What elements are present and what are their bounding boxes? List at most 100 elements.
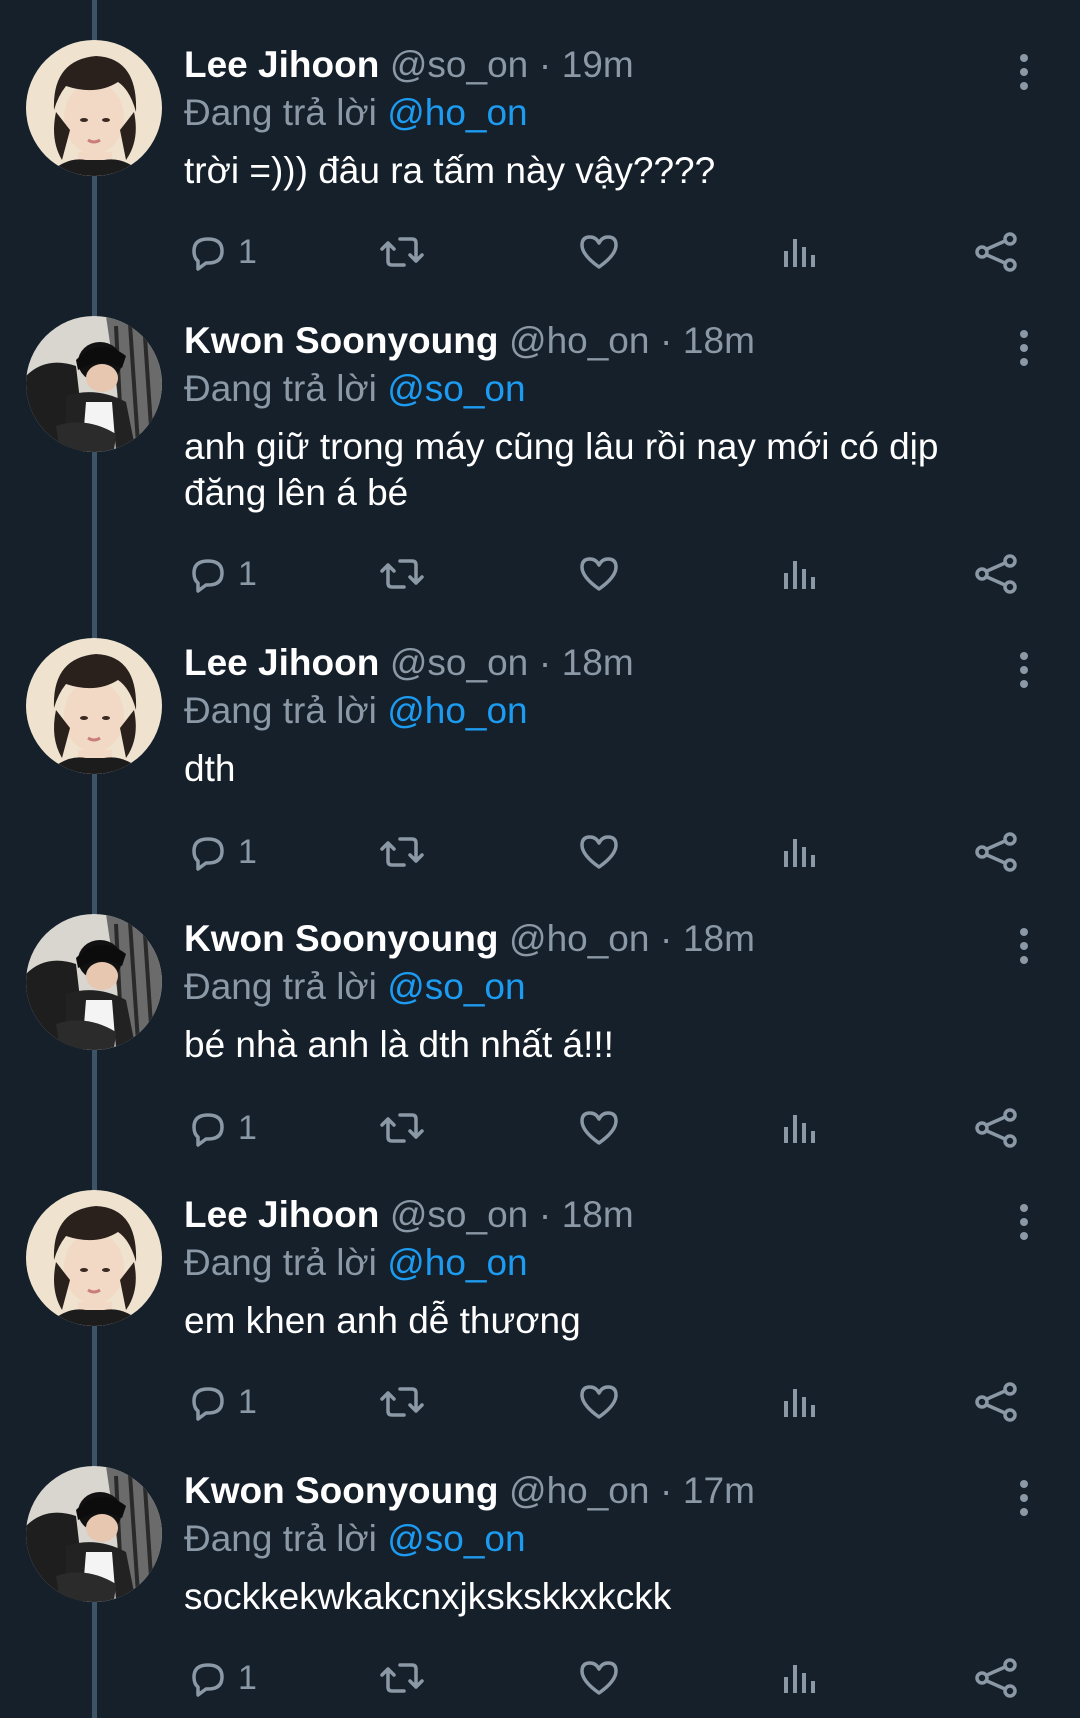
retweet-button[interactable] <box>378 550 426 598</box>
mention-link[interactable]: @ho_on <box>387 690 527 731</box>
reply-button[interactable]: 1 <box>186 1654 257 1702</box>
user-handle[interactable]: @ho_on <box>509 1470 649 1511</box>
mention-link[interactable]: @so_on <box>387 368 525 409</box>
views-button[interactable] <box>778 550 820 598</box>
mention-link[interactable]: @ho_on <box>387 92 527 133</box>
tweet-actions: 1 <box>184 1378 1044 1426</box>
tweet-text: dth <box>184 748 236 789</box>
replying-to: Đang trả lời @so_on <box>184 964 1004 1010</box>
more-options-button[interactable] <box>1012 926 1036 966</box>
mention-link[interactable]: @so_on <box>387 1518 525 1559</box>
views-button[interactable] <box>778 1654 820 1702</box>
user-handle[interactable]: @so_on <box>390 44 528 85</box>
reply-button[interactable]: 1 <box>186 1104 257 1152</box>
share-button[interactable] <box>972 828 1020 876</box>
timestamp[interactable]: 17m <box>683 1470 755 1511</box>
share-button[interactable] <box>972 1104 1020 1152</box>
retweet-button[interactable] <box>378 1104 426 1152</box>
tweet-actions: 1 <box>184 828 1044 876</box>
avatar[interactable] <box>26 1190 162 1326</box>
heart-icon <box>580 1661 618 1695</box>
tweet-content: Lee Jihoon @so_on · 19m Đang trả lời @ho… <box>184 40 1004 194</box>
tweet-header: Lee Jihoon @so_on · 19m <box>184 40 1004 90</box>
user-handle[interactable]: @ho_on <box>509 320 649 361</box>
like-button[interactable] <box>578 550 620 598</box>
tweet-text: trời =))) đâu ra tấm này vậy???? <box>184 150 716 191</box>
display-name[interactable]: Lee Jihoon <box>184 44 379 85</box>
replying-to-label: Đang trả lời <box>184 966 377 1007</box>
retweet-button[interactable] <box>378 228 426 276</box>
tweet-actions: 1 <box>184 228 1044 276</box>
timestamp[interactable]: 18m <box>683 320 755 361</box>
share-button[interactable] <box>972 1654 1020 1702</box>
reply-count: 1 <box>238 1659 257 1697</box>
timestamp[interactable]: 18m <box>562 642 634 683</box>
like-button[interactable] <box>578 1104 620 1152</box>
user-handle[interactable]: @ho_on <box>509 918 649 959</box>
avatar[interactable] <box>26 1466 162 1602</box>
heart-icon <box>580 1385 618 1419</box>
like-button[interactable] <box>578 228 620 276</box>
tweet-text: anh giữ trong máy cũng lâu rồi nay mới c… <box>184 426 939 513</box>
views-button[interactable] <box>778 1104 820 1152</box>
display-name[interactable]: Kwon Soonyoung <box>184 320 498 361</box>
avatar-lee-jihoon <box>26 1190 162 1326</box>
share-button[interactable] <box>972 228 1020 276</box>
retweet-button[interactable] <box>378 1654 426 1702</box>
retweet-button[interactable] <box>378 1378 426 1426</box>
more-options-button[interactable] <box>1012 650 1036 690</box>
like-button[interactable] <box>578 1378 620 1426</box>
timestamp[interactable]: 19m <box>562 44 634 85</box>
tweet-actions: 1 <box>184 1104 1044 1152</box>
share-button[interactable] <box>972 1378 1020 1426</box>
tweet-text: em khen anh dễ thương <box>184 1300 581 1341</box>
separator-dot: · <box>538 642 552 683</box>
display-name[interactable]: Lee Jihoon <box>184 1194 379 1235</box>
share-icon <box>975 554 1017 594</box>
timestamp[interactable]: 18m <box>683 918 755 959</box>
timestamp[interactable]: 18m <box>562 1194 634 1235</box>
avatar[interactable] <box>26 638 162 774</box>
user-handle[interactable]: @so_on <box>390 642 528 683</box>
more-options-button[interactable] <box>1012 1478 1036 1518</box>
more-options-button[interactable] <box>1012 1202 1036 1242</box>
avatar-lee-jihoon <box>26 638 162 774</box>
avatar[interactable] <box>26 40 162 176</box>
avatar-lee-jihoon <box>26 40 162 176</box>
avatar[interactable] <box>26 316 162 452</box>
tweet-text: sockkekwkakcnxjkskskkxkckk <box>184 1576 672 1617</box>
share-icon <box>975 1382 1017 1422</box>
reply-button[interactable]: 1 <box>186 228 257 276</box>
reply-icon <box>192 1663 224 1697</box>
replying-to: Đang trả lời @ho_on <box>184 90 1004 136</box>
views-button[interactable] <box>778 228 820 276</box>
display-name[interactable]: Kwon Soonyoung <box>184 918 498 959</box>
replying-to: Đang trả lời @so_on <box>184 1516 1004 1562</box>
mention-link[interactable]: @ho_on <box>387 1242 527 1283</box>
retweet-button[interactable] <box>378 828 426 876</box>
reply-button[interactable]: 1 <box>186 550 257 598</box>
reply-button[interactable]: 1 <box>186 828 257 876</box>
avatar[interactable] <box>26 914 162 1050</box>
tweet-header: Kwon Soonyoung @ho_on · 17m <box>184 1466 1004 1516</box>
separator-dot: · <box>660 1470 673 1511</box>
heart-icon <box>580 235 618 269</box>
like-button[interactable] <box>578 828 620 876</box>
separator-dot: · <box>538 44 552 85</box>
user-handle[interactable]: @so_on <box>390 1194 528 1235</box>
views-button[interactable] <box>778 1378 820 1426</box>
display-name[interactable]: Kwon Soonyoung <box>184 1470 498 1511</box>
like-button[interactable] <box>578 1654 620 1702</box>
share-button[interactable] <box>972 550 1020 598</box>
replying-to-label: Đang trả lời <box>184 690 377 731</box>
views-button[interactable] <box>778 828 820 876</box>
reply-button[interactable]: 1 <box>186 1378 257 1426</box>
more-options-button[interactable] <box>1012 328 1036 368</box>
tweet-actions: 1 <box>184 550 1044 598</box>
more-options-button[interactable] <box>1012 52 1036 92</box>
display-name[interactable]: Lee Jihoon <box>184 642 379 683</box>
replying-to-label: Đang trả lời <box>184 368 377 409</box>
mention-link[interactable]: @so_on <box>387 966 525 1007</box>
tweet-content: Lee Jihoon @so_on · 18m Đang trả lời @ho… <box>184 638 1004 792</box>
tweet-header: Kwon Soonyoung @ho_on · 18m <box>184 914 1004 964</box>
